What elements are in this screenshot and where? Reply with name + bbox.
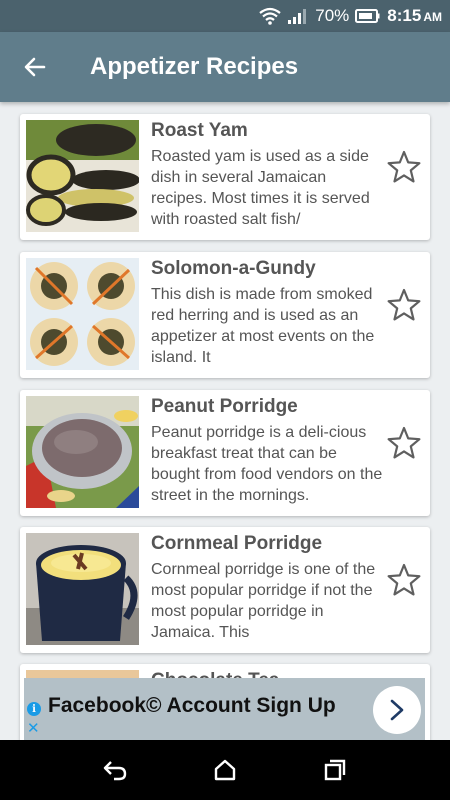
star-icon[interactable] (386, 425, 422, 461)
ad-banner[interactable]: i ✕ Facebook© Account Sign Up (24, 678, 425, 740)
back-icon (103, 761, 127, 781)
recipe-card-peanut-porridge[interactable]: Peanut Porridge Peanut porridge is a del… (20, 390, 430, 516)
app-bar: Appetizer Recipes (0, 32, 450, 102)
status-bar: 70% 8:15 AM (0, 0, 450, 32)
arrow-left-icon (24, 57, 46, 77)
recipe-title: Solomon-a-Gundy (151, 258, 316, 279)
back-button[interactable] (0, 32, 70, 102)
navigation-bar (0, 740, 450, 800)
close-icon[interactable]: ✕ (27, 721, 40, 736)
nav-back-button[interactable] (85, 745, 145, 795)
recipe-title: Cornmeal Porridge (151, 533, 323, 554)
home-icon (214, 759, 236, 781)
recipe-description: This dish is made from smoked red herrin… (151, 286, 375, 366)
recipe-image (26, 396, 139, 508)
clock: 8:15 AM (387, 6, 442, 25)
recipe-card-solomon-a-gundy[interactable]: Solomon-a-Gundy This dish is made from s… (20, 252, 430, 378)
info-icon[interactable]: i (27, 702, 41, 716)
recipe-title: Roast Yam (151, 120, 248, 141)
signal-icon (287, 7, 309, 25)
wifi-icon (259, 7, 281, 25)
nav-home-button[interactable] (195, 745, 255, 795)
recipe-title: Peanut Porridge (151, 396, 298, 417)
star-icon[interactable] (386, 149, 422, 185)
recipe-list[interactable]: Roast Yam Roasted yam is used as a side … (0, 102, 450, 740)
recipe-image (26, 120, 139, 232)
recipe-image (26, 533, 139, 645)
recipe-card-roast-yam[interactable]: Roast Yam Roasted yam is used as a side … (20, 114, 430, 240)
recents-icon (324, 759, 346, 781)
page-title: Appetizer Recipes (90, 53, 299, 80)
battery-icon (355, 8, 381, 24)
recipe-description: Peanut porridge is a deli-cious breakfas… (151, 424, 383, 504)
chevron-right-icon (390, 699, 404, 721)
ad-open-button[interactable] (373, 686, 421, 734)
recipe-image (26, 258, 139, 370)
star-icon[interactable] (386, 562, 422, 598)
star-icon[interactable] (386, 287, 422, 323)
battery-percent: 70% (315, 6, 350, 25)
recipe-card-cornmeal-porridge[interactable]: Cornmeal Porridge Cornmeal porridge is o… (20, 527, 430, 653)
recipe-description: Cornmeal porridge is one of the most pop… (151, 561, 376, 641)
nav-recents-button[interactable] (305, 745, 365, 795)
recipe-description: Roasted yam is used as a side dish in se… (151, 148, 370, 228)
ad-text[interactable]: Facebook© Account Sign Up (48, 694, 336, 718)
